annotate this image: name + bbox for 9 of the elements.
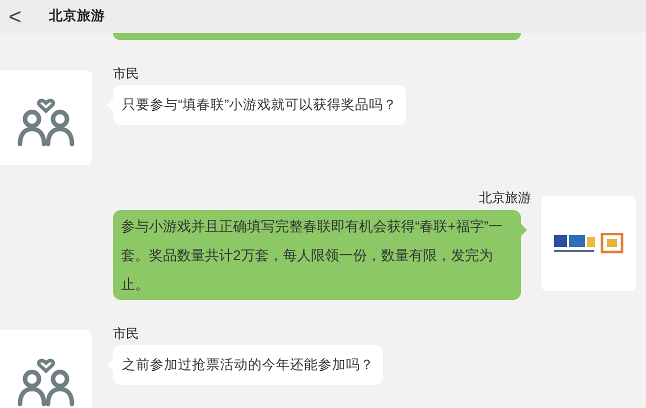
message-bubble: 只要参与“填春联”小游戏就可以获得奖品吗？: [113, 85, 406, 125]
message-bubble: 之前参加过抢票活动的今年还能参加吗？: [113, 345, 383, 385]
sender-name: 市民: [113, 326, 139, 342]
back-button[interactable]: <: [0, 0, 30, 33]
sender-name: 北京旅游: [479, 190, 531, 206]
header-title: 北京旅游: [49, 7, 105, 26]
message-bubble: 参与小游戏并且正确填写完整春联即有机会获得“春联+福字”一套。奖品数量共计2万套，每人限领一份，数量有限，发完为止。: [113, 210, 521, 300]
sender-name: 市民: [113, 66, 139, 82]
logo-icon: [554, 232, 624, 254]
